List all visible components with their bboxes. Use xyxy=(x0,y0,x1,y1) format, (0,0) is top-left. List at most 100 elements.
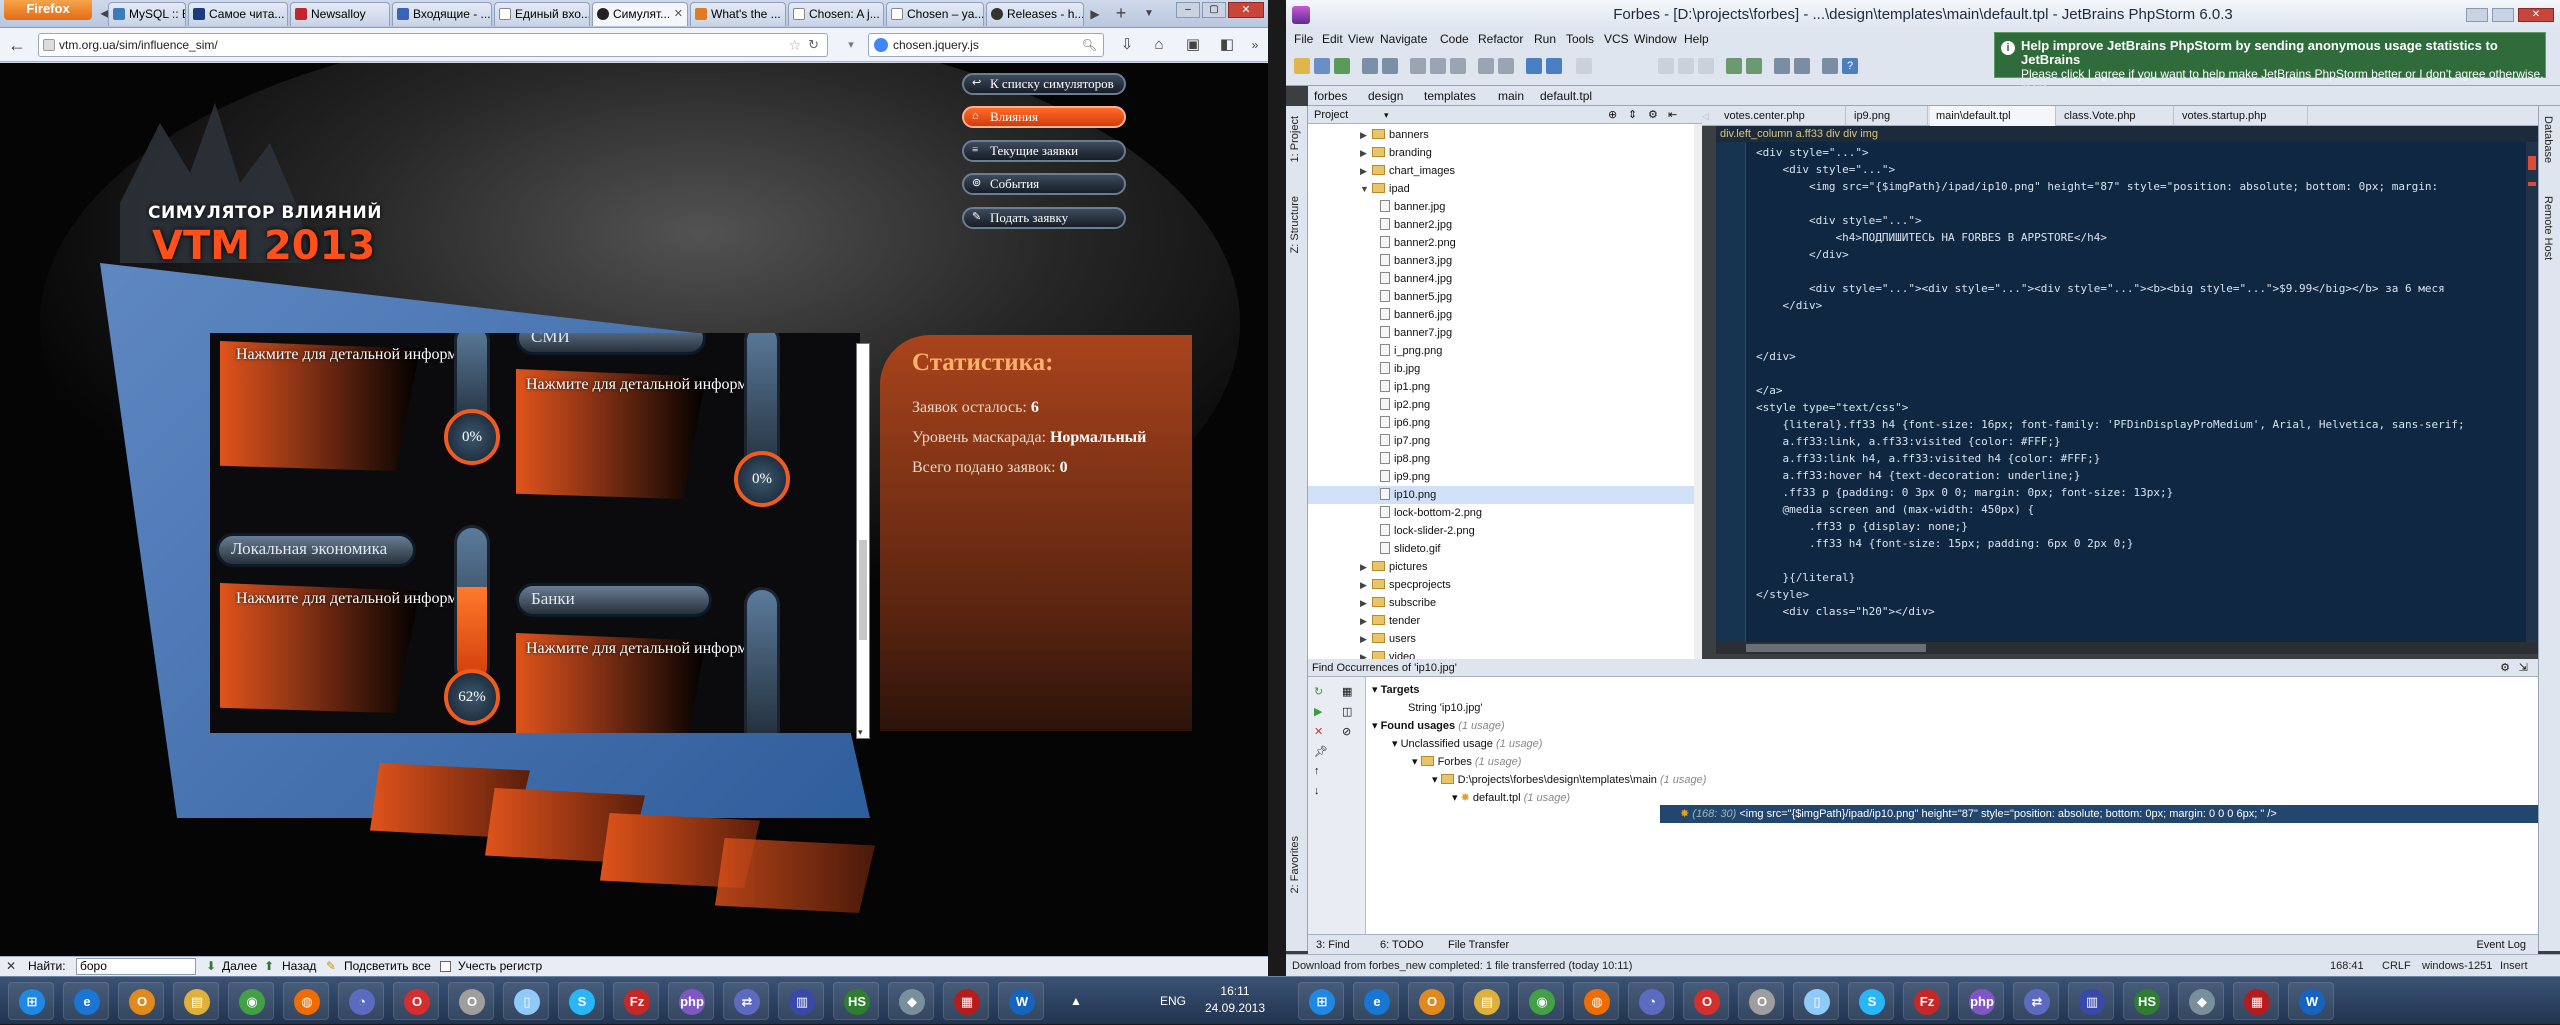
taskbar-word-button[interactable]: W xyxy=(998,982,1044,1020)
menu-overflow-icon[interactable]: » xyxy=(1246,36,1264,54)
gear-icon[interactable]: ⚙ xyxy=(2500,659,2510,677)
input-language[interactable]: ENG xyxy=(1160,977,1186,1025)
caret-position[interactable]: 168:41 xyxy=(2330,955,2364,977)
back-icon[interactable]: ← xyxy=(8,36,26,54)
help-icon[interactable]: ? xyxy=(1842,58,1858,74)
breadcrumb-design[interactable]: design xyxy=(1368,86,1403,106)
remote-host-tool-button[interactable]: Remote Host xyxy=(2542,196,2554,260)
menu-run[interactable]: Run xyxy=(1534,30,1556,48)
tree-folder-item[interactable]: ▶ specprojects xyxy=(1308,576,1694,594)
tree-folder-item[interactable]: ▶ video xyxy=(1308,648,1694,659)
nav-influences-button[interactable]: ⌂ Влияния xyxy=(962,106,1126,128)
file-transfer-tool-button[interactable]: File Transfer xyxy=(1448,935,1509,955)
code-line[interactable]: <div style="..."><div style="..."><div s… xyxy=(1756,280,2445,297)
run-icon[interactable]: ▶ xyxy=(1314,705,1322,718)
taskbar-filezilla-button[interactable]: Fz xyxy=(1903,982,1949,1020)
close-tab-icon[interactable]: ✕ xyxy=(674,3,683,25)
tree-folder-item[interactable]: ▶ branding xyxy=(1308,144,1694,162)
save-icon[interactable] xyxy=(1314,58,1330,74)
expand-arrow-icon[interactable]: ▶ xyxy=(1360,630,1372,648)
taskbar-explorer-button[interactable]: ▤ xyxy=(1463,982,1509,1020)
code-line[interactable]: </div> xyxy=(1756,348,1796,365)
taskbar-opera-button[interactable]: O xyxy=(1683,982,1729,1020)
redo-icon[interactable] xyxy=(1382,58,1398,74)
tree-file-item[interactable]: banner3.jpg xyxy=(1308,252,1694,270)
previous-occurrence-icon[interactable]: ↑ xyxy=(1314,765,1320,777)
taskbar-skype-button[interactable]: S xyxy=(558,982,604,1020)
scroll-from-source-icon[interactable]: ⊕ xyxy=(1608,106,1617,124)
back-nav-icon[interactable] xyxy=(1526,58,1542,74)
expand-arrow-icon[interactable]: ▶ xyxy=(1360,558,1372,576)
tab-chosen[interactable]: Chosen: A j... xyxy=(788,2,884,26)
path-node[interactable]: ▾ D:\projects\forbes\design\templates\ma… xyxy=(1432,771,1706,789)
vcs-commit-icon[interactable] xyxy=(1746,58,1762,74)
structure-tool-button[interactable]: Z: Structure xyxy=(1289,196,1301,253)
code-line[interactable]: <div style="..."> xyxy=(1756,144,1869,161)
taskbar-chrome-button[interactable]: ◉ xyxy=(228,982,274,1020)
expand-arrow-icon[interactable]: ▶ xyxy=(1360,144,1372,162)
run-icon[interactable] xyxy=(1658,58,1674,74)
url-bar[interactable]: vtm.org.ua/sim/influence_sim/ ☆ ↻ xyxy=(38,33,828,57)
influences-list[interactable]: Нажмите для детальной информации 0% СМИ … xyxy=(210,333,860,733)
highlight-icon[interactable]: ✎ xyxy=(326,957,336,976)
insert-mode[interactable]: Insert xyxy=(2500,955,2528,977)
tab-single-login[interactable]: Единый вхо... xyxy=(494,2,590,26)
taskbar-opera-button[interactable]: O xyxy=(393,982,439,1020)
home-icon[interactable]: ⌂ xyxy=(1150,36,1168,54)
taskbar-explorer-button[interactable]: ▤ xyxy=(173,982,219,1020)
taskbar-word-button[interactable]: W xyxy=(2288,982,2334,1020)
tree-file-item[interactable]: ip7.png xyxy=(1308,432,1694,450)
debug-icon[interactable] xyxy=(1678,58,1694,74)
breadcrumb-main[interactable]: main xyxy=(1498,86,1524,106)
collapse-arrow-icon[interactable]: ▼ xyxy=(1360,180,1372,198)
nav-events-button[interactable]: ⊚ События xyxy=(962,173,1126,195)
tab-releases[interactable]: Releases - h... xyxy=(986,2,1084,26)
maximize-icon[interactable]: ▢ xyxy=(1202,2,1226,18)
code-line[interactable]: a.ff33:link h4, a.ff33:visited h4 {color… xyxy=(1756,450,2100,467)
taskbar-ie2-button[interactable]: ◔ xyxy=(338,982,384,1020)
find-next-icon[interactable]: ⬇ xyxy=(206,957,216,976)
close-window-icon[interactable]: ✕ xyxy=(2518,8,2554,22)
tree-file-item[interactable]: banner5.jpg xyxy=(1308,288,1694,306)
menu-navigate[interactable]: Navigate xyxy=(1380,30,1427,48)
editor-tab-votes-center[interactable]: votes.center.php xyxy=(1718,106,1846,126)
minimize-icon[interactable]: – xyxy=(1176,2,1200,18)
code-line[interactable]: </div> xyxy=(1756,297,1822,314)
replace-icon[interactable] xyxy=(1498,58,1514,74)
find-prev-button[interactable]: Назад xyxy=(282,957,316,976)
taskbar-ie-button[interactable]: e xyxy=(1353,982,1399,1020)
menu-file[interactable]: File xyxy=(1294,30,1313,48)
line-separator[interactable]: CRLF xyxy=(2382,955,2411,977)
file-encoding[interactable]: windows-1251 xyxy=(2422,955,2492,977)
maximize-icon[interactable] xyxy=(2492,8,2514,22)
tree-file-item[interactable]: i_png.png xyxy=(1308,342,1694,360)
expand-arrow-icon[interactable]: ▶ xyxy=(1360,648,1372,659)
open-icon[interactable] xyxy=(1294,58,1310,74)
highlight-all-button[interactable]: Подсветить все xyxy=(344,957,431,976)
forward-nav-icon[interactable] xyxy=(1546,58,1562,74)
menu-tools[interactable]: Tools xyxy=(1566,30,1594,48)
sync-icon[interactable] xyxy=(1334,58,1350,74)
editor-tab-class-vote[interactable]: class.Vote.php xyxy=(2058,106,2174,126)
editor-tab-votes-startup[interactable]: votes.startup.php xyxy=(2176,106,2308,126)
hide-icon[interactable]: ⇤ xyxy=(1668,106,1677,124)
tree-file-item[interactable]: ip8.png xyxy=(1308,450,1694,468)
code-line[interactable]: .ff33 p {display: none;} xyxy=(1756,518,1968,535)
tree-file-item[interactable]: ib.jpg xyxy=(1308,360,1694,378)
tree-file-item[interactable]: ip2.png xyxy=(1308,396,1694,414)
tab-forbes[interactable]: Самое чита... xyxy=(188,2,288,26)
code-line[interactable]: <h4>ПОДПИШИТЕСЬ НА FORBES В APPSTORE</h4… xyxy=(1756,229,2107,246)
forbes-node[interactable]: ▾ Forbes (1 usage) xyxy=(1412,753,1521,771)
tray-arrow-icon[interactable]: ▲ xyxy=(1070,977,1082,1025)
stop-icon[interactable] xyxy=(1698,58,1714,74)
cut-icon[interactable] xyxy=(1410,58,1426,74)
sidebar-icon[interactable]: ◧ xyxy=(1218,36,1236,54)
tree-file-item[interactable]: lock-bottom-2.png xyxy=(1308,504,1694,522)
menu-window[interactable]: Window xyxy=(1634,30,1677,48)
taskbar-chrome-button[interactable]: ◉ xyxy=(1518,982,1564,1020)
code-line[interactable]: </style> xyxy=(1756,586,1809,603)
taskbar-opera2-button[interactable]: O xyxy=(448,982,494,1020)
menu-view[interactable]: View xyxy=(1348,30,1374,48)
tab-whats-the[interactable]: What's the ... xyxy=(690,2,786,26)
code-line[interactable]: <style type="text/css"> xyxy=(1756,399,1908,416)
